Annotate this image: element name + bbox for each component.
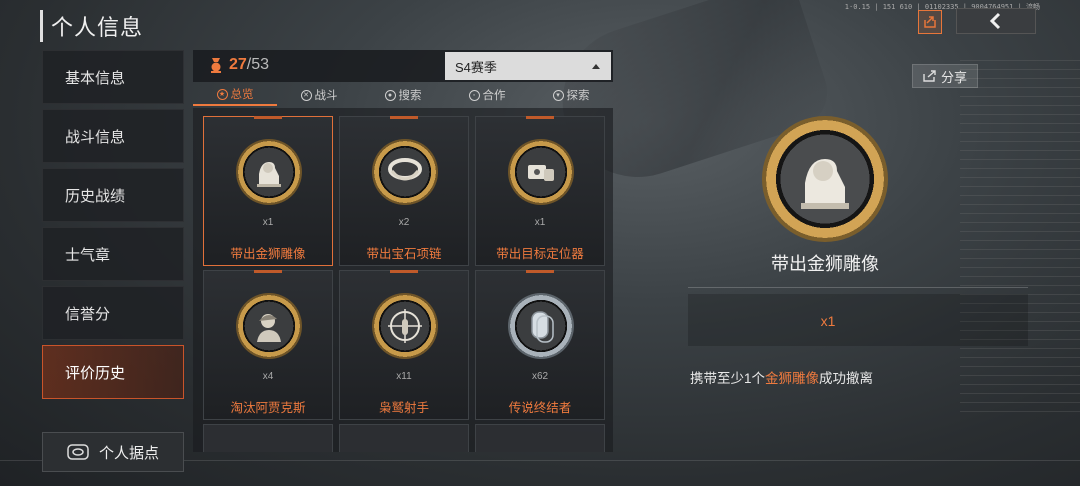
sidebar-item-history[interactable]: 历史战绩 <box>42 168 184 222</box>
achievement-qty: x11 <box>396 371 412 382</box>
achievement-qty: x62 <box>531 371 549 382</box>
base-icon <box>67 444 89 460</box>
progress-current: 27 <box>229 56 247 73</box>
card-notch <box>526 270 554 273</box>
sidebar-item-basic-info[interactable]: 基本信息 <box>42 50 184 104</box>
sidebar-item-label: 历史战绩 <box>65 187 126 205</box>
chevron-left-icon <box>989 12 1001 30</box>
detail-qty: x1 <box>820 313 836 329</box>
card-notch <box>526 116 554 119</box>
achievement-card-partial[interactable] <box>203 424 333 452</box>
background-decoration <box>960 60 1080 420</box>
sidebar-item-label: 信誉分 <box>65 305 111 323</box>
desc-before: 携带至少1个 <box>690 371 766 386</box>
tab-label: 战斗 <box>314 90 338 102</box>
caret-up-icon <box>592 64 600 69</box>
search-icon: ● <box>384 89 396 101</box>
overview-icon: ★ <box>216 88 228 100</box>
achievement-card[interactable]: x2 带出宝石项链 <box>339 116 469 266</box>
tab-label: 搜索 <box>398 90 422 102</box>
achievement-qty: x1 <box>534 217 546 228</box>
sidebar-item-label: 评价历史 <box>65 364 126 382</box>
tab-label: 总览 <box>230 89 254 101</box>
progress-total: 53 <box>251 56 270 73</box>
share-button[interactable]: 分享 <box>912 64 978 88</box>
personal-base-label: 个人据点 <box>98 444 159 462</box>
achievement-card[interactable]: x11 枭鹫射手 <box>339 270 469 420</box>
crosshair-icon <box>372 293 438 359</box>
detail-description: 携带至少1个金狮雕像成功撤离 <box>690 367 873 387</box>
sidebar-item-label: 士气章 <box>65 246 111 264</box>
back-button[interactable] <box>956 8 1036 34</box>
share-icon <box>923 70 936 82</box>
sidebar-item-label: 战斗信息 <box>65 128 126 146</box>
locator-icon <box>508 139 574 205</box>
tab-search[interactable]: ● 搜索 <box>361 84 445 106</box>
achievement-qty: x2 <box>398 217 410 228</box>
achievement-card[interactable]: x4 淘汰阿贾克斯 <box>203 270 333 420</box>
season-select[interactable]: S4赛季 <box>445 52 611 80</box>
achievement-grid: x1 带出金狮雕像 x2 带出宝石项链 x1 带出目标定位器 x4 淘汰阿贾克斯… <box>193 108 613 452</box>
sidebar: 基本信息 战斗信息 历史战绩 士气章 信誉分 评价历史 <box>42 50 184 404</box>
card-notch <box>390 270 418 273</box>
achievement-name: 带出宝石项链 <box>366 247 442 261</box>
achievement-name: 传说终结者 <box>508 401 572 415</box>
dogtag-icon <box>508 293 574 359</box>
achievement-card[interactable]: x1 带出金狮雕像 <box>203 116 333 266</box>
detail-title: 带出金狮雕像 <box>771 254 879 274</box>
progress-counter: 27/53 <box>209 56 269 74</box>
achievement-name: 淘汰阿贾克斯 <box>230 401 306 415</box>
medal-icon <box>211 58 221 73</box>
sidebar-item-label: 基本信息 <box>65 69 126 87</box>
achievement-name: 枭鹫射手 <box>378 401 429 415</box>
operator-portrait-icon <box>236 293 302 359</box>
card-notch <box>254 270 282 273</box>
achievement-qty: x4 <box>262 371 274 382</box>
necklace-icon <box>372 139 438 205</box>
achievement-name: 带出目标定位器 <box>496 247 584 261</box>
tab-overview[interactable]: ★ 总览 <box>193 84 277 106</box>
lion-statue-icon <box>762 116 888 242</box>
cooperate-icon: ◦ <box>468 89 480 101</box>
sidebar-item-reputation[interactable]: 信誉分 <box>42 286 184 340</box>
tab-explore[interactable]: ▾ 探索 <box>529 84 613 106</box>
achievement-card[interactable]: x62 传说终结者 <box>475 270 605 420</box>
desc-highlight: 金狮雕像 <box>765 371 820 386</box>
achievement-card-partial[interactable] <box>475 424 605 452</box>
sidebar-item-morale-badges[interactable]: 士气章 <box>42 227 184 281</box>
export-icon <box>924 16 936 28</box>
export-button[interactable] <box>918 10 942 34</box>
card-notch <box>390 116 418 119</box>
combat-icon: ✕ <box>300 89 312 101</box>
achievement-qty: x1 <box>262 217 274 228</box>
detail-divider <box>688 287 1028 288</box>
achievement-header: 27/53 S4赛季 <box>193 50 613 82</box>
achievement-name: 带出金狮雕像 <box>230 247 306 261</box>
tab-label: 探索 <box>566 90 590 102</box>
category-tabs: ★ 总览 ✕ 战斗 ● 搜索 ◦ 合作 ▾ 探索 <box>193 84 613 106</box>
tab-combat[interactable]: ✕ 战斗 <box>277 84 361 106</box>
explore-icon: ▾ <box>552 89 564 101</box>
page-title: 个人信息 <box>40 10 143 42</box>
lion-statue-icon <box>236 139 302 205</box>
share-label: 分享 <box>940 69 967 85</box>
tab-label: 合作 <box>482 90 506 102</box>
achievement-card[interactable]: x1 带出目标定位器 <box>475 116 605 266</box>
sidebar-item-combat-info[interactable]: 战斗信息 <box>42 109 184 163</box>
sidebar-item-evaluation-history[interactable]: 评价历史 <box>42 345 184 399</box>
achievement-card-partial[interactable] <box>339 424 469 452</box>
desc-after: 成功撤离 <box>819 371 874 386</box>
season-select-value: S4赛季 <box>455 59 497 75</box>
tab-cooperate[interactable]: ◦ 合作 <box>445 84 529 106</box>
card-notch <box>254 116 282 119</box>
personal-base-button[interactable]: 个人据点 <box>42 432 184 472</box>
